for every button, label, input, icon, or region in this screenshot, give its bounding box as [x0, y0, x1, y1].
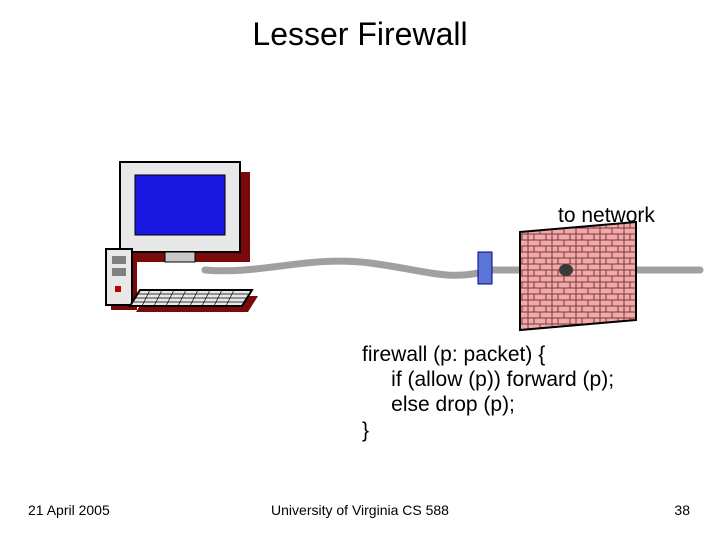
code-line-1: firewall (p: packet) { [362, 343, 545, 366]
computer-icon [106, 162, 258, 312]
footer-source: University of Virginia CS 588 [0, 502, 720, 518]
code-line-4: } [362, 419, 369, 442]
firewall-pseudocode: firewall (p: packet) { if (allow (p)) fo… [362, 342, 614, 443]
network-node-icon [478, 252, 492, 284]
footer-page-number: 38 [674, 502, 690, 518]
code-line-3: else drop (p); [362, 393, 515, 416]
brick-wall-icon [520, 222, 636, 330]
code-line-2: if (allow (p)) forward (p); [362, 368, 614, 391]
to-network-label: to network [558, 204, 655, 228]
diagram-canvas [0, 0, 720, 540]
